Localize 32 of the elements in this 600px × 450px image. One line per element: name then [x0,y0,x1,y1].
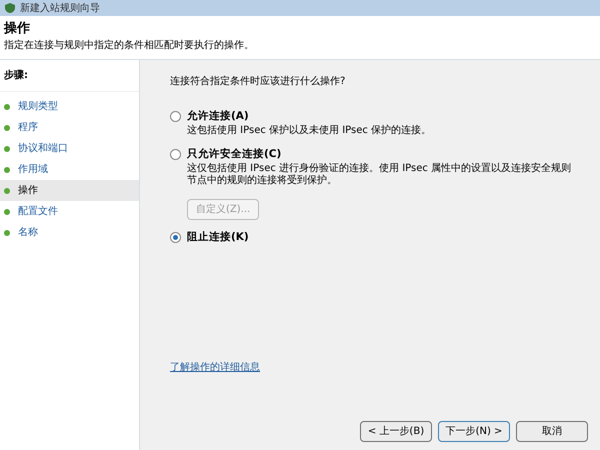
wizard-button[interactable]: 取消 [516,421,588,442]
radio-button[interactable] [170,232,181,243]
step-item[interactable]: 配置文件 [0,201,139,222]
option-description: 这包括使用 IPsec 保护以及未使用 IPsec 保护的连接。 [186,124,432,137]
bullet-icon [4,166,10,172]
step-item[interactable]: 名称 [0,222,139,243]
question-text: 连接符合指定条件时应该进行什么操作? [170,74,346,89]
page-title: 操作 [4,20,31,38]
radio-button[interactable] [170,149,181,160]
step-item[interactable]: 作用域 [0,159,139,180]
steps-label: 步骤: [0,68,139,92]
bullet-icon [4,104,10,110]
wizard-button[interactable]: < 上一步(B) [360,421,432,442]
option-label: 允许连接(A) [187,109,249,124]
window-title: 新建入站规则向导 [20,2,100,16]
page-subtitle: 指定在连接与规则中指定的条件相匹配时要执行的操作。 [4,38,255,53]
option-label: 阻止连接(K) [187,230,249,244]
bullet-icon [4,208,10,214]
bullet-icon [4,188,10,194]
step-item[interactable]: 操作 [0,180,139,201]
step-item[interactable]: 程序 [0,117,139,138]
radio-button[interactable] [170,111,181,122]
bullet-icon [4,146,10,152]
help-link[interactable]: 了解操作的详细信息 [170,362,260,372]
option-description: 这仅包括使用 IPsec 进行身份验证的连接。使用 IPsec 属性中的设置以及连接安全规则节点中的规则的连接将受到保护。 [186,162,572,186]
step-item[interactable]: 规则类型 [0,96,139,117]
wizard-button[interactable]: 下一步(N) > [438,421,510,442]
option-label: 只允许安全连接(C) [187,146,282,162]
bullet-icon [4,230,10,236]
step-item[interactable]: 协议和端口 [0,138,139,159]
shield-icon [4,2,16,14]
bullet-icon [4,124,10,130]
